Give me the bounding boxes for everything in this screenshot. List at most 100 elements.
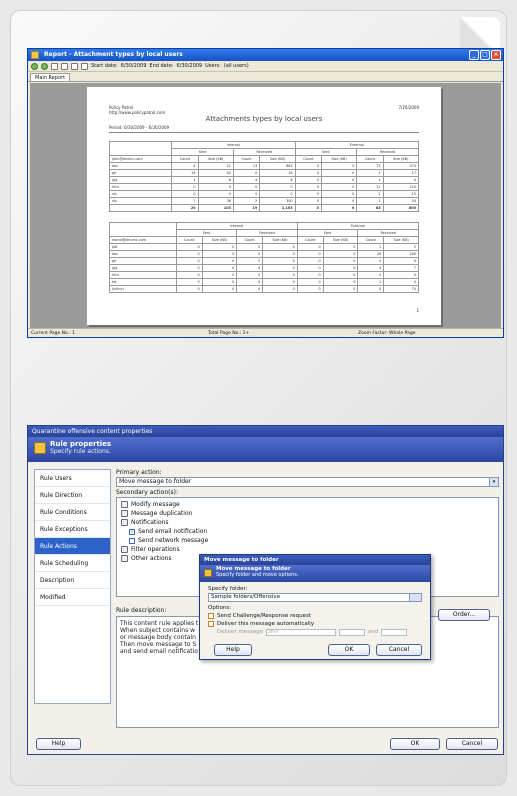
folder-field[interactable]: Sample folders/Offensive xyxy=(208,593,422,602)
table-row: htm 0 0 0 0 0 0 0 0 xyxy=(109,271,419,279)
table-cell: 0 xyxy=(236,243,264,251)
sub-header: Received xyxy=(356,148,419,156)
table-cell: xls xyxy=(108,190,173,198)
table-cell: 0 xyxy=(296,285,324,293)
primary-action-select[interactable]: Move message to folder ▾ xyxy=(116,477,499,487)
primary-action-label: Primary action: xyxy=(116,469,162,476)
forward-icon[interactable] xyxy=(41,62,48,70)
zoom-icon[interactable] xyxy=(71,62,78,70)
table-cell: (inline) xyxy=(109,285,177,293)
deliver-mode-select[interactable]: after xyxy=(266,628,337,636)
sidebar-item-rule-conditions[interactable]: Rule Conditions xyxy=(35,504,110,521)
sub-header: Sent xyxy=(296,229,359,237)
back-icon[interactable] xyxy=(31,62,38,70)
table-cell: 0 xyxy=(294,169,322,177)
deliver-checkbox[interactable] xyxy=(208,621,214,627)
table-row: jpg 1 6 4 6 0 0 1 4 xyxy=(108,176,420,184)
table-cell: 18 xyxy=(259,169,296,177)
sidebar-item-rule-direction[interactable]: Rule Direction xyxy=(35,487,110,504)
secondary-action-item[interactable]: Message duplication xyxy=(121,509,494,518)
sub-cancel-button[interactable]: Cancel xyxy=(376,644,422,656)
table-row: doc 0 0 0 0 0 0 49 240 xyxy=(109,250,419,258)
start-date-value[interactable]: 6/30/2009 xyxy=(121,63,147,69)
column-header: Count xyxy=(294,155,322,163)
move-dialog-header: Move message to folder Specify folder an… xyxy=(200,565,430,582)
end-date-value[interactable]: 6/30/2009 xyxy=(176,63,202,69)
table-cell: pdf xyxy=(109,243,177,251)
table-group-header-row: Internal External xyxy=(108,141,420,156)
sidebar-item-rule-exceptions[interactable]: Rule Exceptions xyxy=(35,521,110,538)
table-cell: txt xyxy=(109,278,177,286)
search-icon[interactable] xyxy=(81,62,88,70)
challenge-option-label: Send Challenge/Response request xyxy=(217,613,312,619)
table-cell: 0 xyxy=(320,162,358,170)
column-header: Count xyxy=(236,236,264,244)
checkbox-icon[interactable] xyxy=(129,537,135,544)
help-button[interactable]: Help xyxy=(36,738,81,750)
order-button[interactable]: Order... xyxy=(438,609,490,621)
table-cell: 1 xyxy=(171,176,199,184)
table-cell: 0 xyxy=(296,257,324,265)
table-cell: 2 xyxy=(236,257,264,265)
table-cell: gif xyxy=(109,257,177,265)
sidebar-item-rule-users[interactable]: Rule Users xyxy=(35,470,110,487)
sidebar-item-rule-actions[interactable]: Rule Actions xyxy=(35,538,110,555)
deliver-time-1[interactable] xyxy=(339,628,366,636)
secondary-action-item[interactable]: ✓ Send email notification xyxy=(129,527,494,536)
sub-header: Sent xyxy=(294,148,358,156)
table-cell: 40 xyxy=(197,169,234,177)
secondary-action-label: Send network message xyxy=(138,537,209,544)
deliver-time-2[interactable] xyxy=(381,628,408,636)
sub-help-button[interactable]: Help xyxy=(214,644,252,656)
browse-icon[interactable] xyxy=(409,594,421,601)
move-header-subtitle: Specify folder and move options. xyxy=(216,572,299,578)
table-cell: 0 xyxy=(262,250,298,258)
sidebar-item-description[interactable]: Description xyxy=(35,572,110,589)
challenge-checkbox[interactable] xyxy=(208,613,214,619)
table-cell: 0 xyxy=(201,278,238,286)
sub-ok-button[interactable]: OK xyxy=(328,644,370,656)
secondary-action-item[interactable]: Modify message xyxy=(121,500,494,509)
table-cell: 0 xyxy=(262,278,298,286)
table-cell: 863 xyxy=(259,162,296,170)
table-cell: 1 xyxy=(356,197,384,205)
export-icon[interactable] xyxy=(61,62,68,70)
table-cell: 0 xyxy=(322,278,359,286)
table-cell: 0 xyxy=(296,250,324,258)
table-cell: 0 xyxy=(236,271,264,279)
ok-button[interactable]: OK xyxy=(390,738,440,750)
table-cell: 1 xyxy=(357,278,385,286)
cancel-button[interactable]: Cancel xyxy=(446,738,498,750)
secondary-action-item[interactable]: Send network message xyxy=(129,536,494,545)
action-category-icon xyxy=(121,546,128,553)
secondary-action-item[interactable]: Notifications xyxy=(121,518,494,527)
checked-checkbox-icon[interactable]: ✓ xyxy=(129,528,135,535)
group-header: External xyxy=(294,141,420,149)
table-cell: 34 xyxy=(382,197,420,205)
minimize-button[interactable]: _ xyxy=(469,50,479,60)
table-cell: 0 xyxy=(322,264,359,272)
table-cell: 300 xyxy=(259,197,296,205)
users-value[interactable]: (all users) xyxy=(224,63,249,69)
user-email: john@dnumc.com xyxy=(108,155,173,163)
secondary-action-label: Other actions xyxy=(131,555,172,562)
table-cell: jpg xyxy=(109,264,177,272)
close-button[interactable]: × xyxy=(491,50,501,60)
chevron-down-icon[interactable]: ▾ xyxy=(489,478,498,486)
maximize-button[interactable]: □ xyxy=(480,50,490,60)
table-cell: 7 xyxy=(383,264,419,272)
tab-main-report[interactable]: Main Report xyxy=(30,73,71,81)
table-cell: 4 xyxy=(382,176,420,184)
table-cell: 0 xyxy=(175,264,203,272)
sidebar-item-modified[interactable]: Modified xyxy=(35,589,110,606)
users-label: Users: xyxy=(205,63,221,69)
rule-sidebar: Rule Users Rule Direction Rule Conditions R… xyxy=(34,469,111,704)
secondary-action-item[interactable]: Filter operations xyxy=(121,545,494,554)
print-icon[interactable] xyxy=(51,62,58,70)
table-row: htm 0 0 0 0 0 0 11 110 xyxy=(108,183,420,191)
table-cell: 11 xyxy=(356,183,384,191)
group-header: Internal xyxy=(171,141,296,149)
secondary-action-label: Modify message xyxy=(131,501,180,508)
sidebar-item-rule-scheduling[interactable]: Rule Scheduling xyxy=(35,555,110,572)
table-cell: xls xyxy=(108,197,173,205)
